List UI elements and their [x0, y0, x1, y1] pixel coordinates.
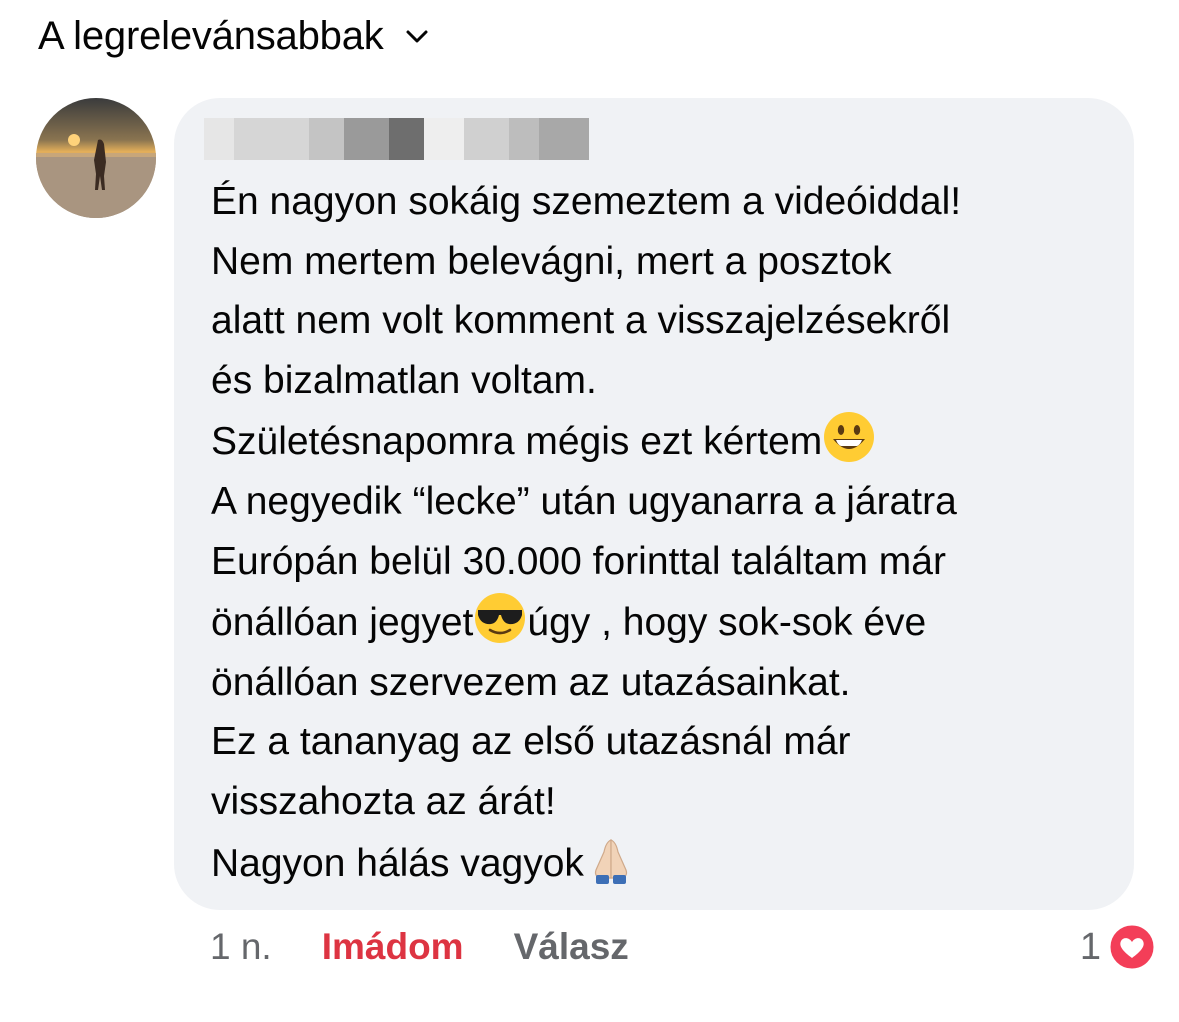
comment-text: Én nagyon sokáig szemeztem a videóiddal!…	[211, 180, 962, 885]
timestamp[interactable]: 1 n.	[210, 926, 272, 968]
author-name-redacted[interactable]	[204, 118, 589, 160]
sort-selector[interactable]: A legrelevánsabbak	[38, 8, 432, 64]
folded-hands-emoji	[594, 838, 628, 884]
reaction-summary[interactable]: 1	[1080, 918, 1157, 976]
reply-button[interactable]: Válasz	[514, 926, 629, 968]
chevron-down-icon	[406, 30, 428, 43]
grinning-face-emoji	[824, 412, 875, 463]
comment-meta: 1 n. Imádom Válasz	[210, 922, 629, 972]
profile-photo	[36, 98, 156, 218]
heart-icon	[1107, 922, 1157, 972]
sort-label: A legrelevánsabbak	[38, 13, 384, 58]
reaction-count: 1	[1079, 925, 1101, 968]
avatar[interactable]	[36, 98, 156, 218]
sunglasses-face-emoji	[475, 593, 526, 644]
react-button[interactable]: Imádom	[322, 926, 464, 968]
